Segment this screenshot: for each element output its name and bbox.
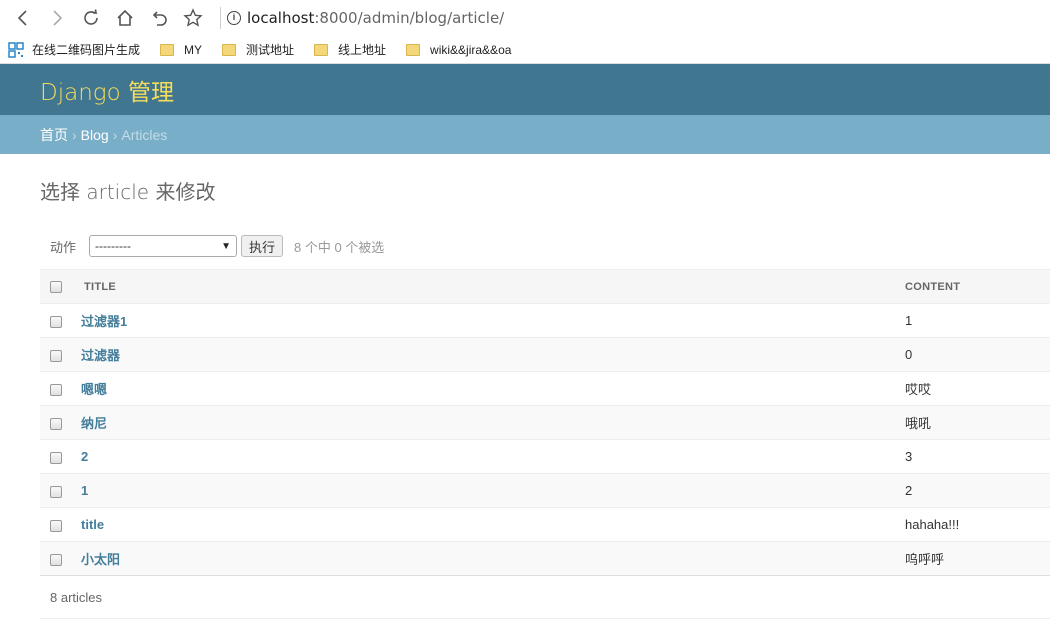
row-content: 2 (905, 473, 1050, 508)
selection-counter: 8 个中 0 个被选 (294, 239, 385, 255)
home-icon (117, 9, 133, 26)
table-row: 嗯嗯 哎哎 (40, 371, 1050, 406)
url-path: :8000/admin/blog/article/ (314, 9, 505, 27)
table-row: 2 3 (40, 439, 1050, 474)
browser-toolbar: i localhost:8000/admin/blog/article/ (0, 0, 1050, 36)
undo-icon (152, 11, 167, 26)
table-row: 小太阳 呜呼呼 (40, 541, 1050, 576)
row-content: 哎哎 (905, 371, 1050, 406)
breadcrumb-home[interactable]: 首页 (40, 125, 68, 145)
row-content: 3 (905, 439, 1050, 474)
folder-icon (406, 43, 421, 56)
star-icon (183, 8, 203, 27)
table-header-row: TITLE CONTENT (40, 269, 1050, 304)
breadcrumb-blog[interactable]: Blog (81, 127, 109, 143)
paginator: 8 articles (40, 575, 1050, 619)
row-checkbox[interactable] (50, 553, 62, 566)
bookmark-star-button[interactable] (176, 3, 210, 33)
results-table: TITLE CONTENT 过滤器1 1 过滤器 0 嗯嗯 哎哎 纳尼 哦吼 2… (40, 269, 1050, 576)
address-bar[interactable]: i localhost:8000/admin/blog/article/ (220, 4, 1050, 32)
table-row: 纳尼 哦吼 (40, 405, 1050, 440)
select-all-cell (40, 269, 81, 304)
row-title-link[interactable]: 过滤器1 (81, 314, 127, 329)
dropdown-arrow-icon: ▼ (221, 240, 231, 252)
folder-icon (160, 43, 175, 56)
column-header-content[interactable]: CONTENT (905, 269, 1050, 304)
action-select-value: --------- (95, 239, 131, 253)
select-all-checkbox[interactable] (50, 280, 62, 293)
breadcrumb: 首页 › Blog › Articles (0, 115, 1050, 154)
row-title-link[interactable]: 1 (81, 483, 88, 498)
row-content: 呜呼呼 (905, 541, 1050, 576)
run-action-button[interactable]: 执行 (241, 235, 284, 257)
chevron-right-icon (53, 10, 63, 26)
row-checkbox[interactable] (50, 417, 62, 430)
reload-button[interactable] (74, 3, 108, 33)
bookmark-test[interactable]: 测试地址 (222, 41, 294, 58)
row-title-link[interactable]: title (81, 517, 104, 532)
bookmark-label: 在线二维码图片生成 (32, 43, 141, 57)
bookmark-label: MY (184, 42, 203, 57)
row-checkbox[interactable] (50, 485, 62, 498)
row-title-link[interactable]: 嗯嗯 (81, 382, 107, 397)
row-title-link[interactable]: 纳尼 (81, 416, 107, 431)
bookmark-wiki[interactable]: wiki&&jira&&oa (406, 43, 511, 57)
row-content: 0 (905, 337, 1050, 372)
bookmark-my[interactable]: MY (160, 43, 202, 57)
url-host: localhost (247, 9, 315, 27)
row-title-link[interactable]: 2 (81, 449, 88, 464)
column-header-title[interactable]: TITLE (81, 269, 905, 304)
bookmark-qr[interactable]: 在线二维码图片生成 (8, 41, 140, 58)
qr-code-icon (8, 41, 24, 58)
row-checkbox[interactable] (50, 451, 62, 464)
main-content: 选择 article 来修改 动作 --------- ▼ 执行 8 个中 0 … (0, 176, 1050, 619)
bookmark-online[interactable]: 线上地址 (314, 41, 386, 58)
site-header: Django 管理 (0, 64, 1050, 115)
forward-button[interactable] (40, 3, 74, 33)
row-content: hahaha!!! (905, 507, 1050, 542)
page-title: 选择 article 来修改 (40, 180, 216, 204)
table-row: 过滤器 0 (40, 337, 1050, 372)
actions-bar: 动作 --------- ▼ 执行 8 个中 0 个被选 (40, 233, 1050, 259)
folder-icon (314, 43, 329, 56)
bookmark-label: 测试地址 (246, 43, 295, 57)
address-divider (220, 7, 221, 29)
undo-button[interactable] (142, 3, 176, 33)
breadcrumb-separator: › (112, 126, 118, 143)
back-button[interactable] (6, 3, 40, 33)
bookmark-label: 线上地址 (338, 43, 387, 57)
breadcrumb-separator: › (72, 126, 77, 143)
row-checkbox[interactable] (50, 519, 62, 532)
bookmark-label: wiki&&jira&&oa (430, 42, 512, 57)
table-row: title hahaha!!! (40, 507, 1050, 542)
breadcrumb-current: Articles (121, 126, 168, 143)
row-title-link[interactable]: 过滤器 (81, 348, 120, 363)
action-select[interactable]: --------- ▼ (89, 235, 237, 257)
bookmarks-bar: 在线二维码图片生成 MY 测试地址 线上地址 wiki&&jira&&oa (0, 36, 1050, 64)
action-label: 动作 (50, 239, 77, 255)
table-row: 过滤器1 1 (40, 303, 1050, 338)
row-checkbox[interactable] (50, 349, 62, 362)
chevron-left-icon (17, 10, 27, 26)
info-icon[interactable]: i (227, 11, 241, 25)
row-checkbox[interactable] (50, 315, 62, 328)
home-button[interactable] (108, 3, 142, 33)
reload-icon (84, 9, 98, 25)
folder-icon (222, 43, 237, 56)
row-checkbox[interactable] (50, 383, 62, 396)
row-title-link[interactable]: 小太阳 (81, 552, 120, 567)
site-brand[interactable]: Django 管理 (40, 73, 174, 107)
row-content: 哦吼 (905, 405, 1050, 440)
row-content: 1 (905, 303, 1050, 338)
table-row: 1 2 (40, 473, 1050, 508)
